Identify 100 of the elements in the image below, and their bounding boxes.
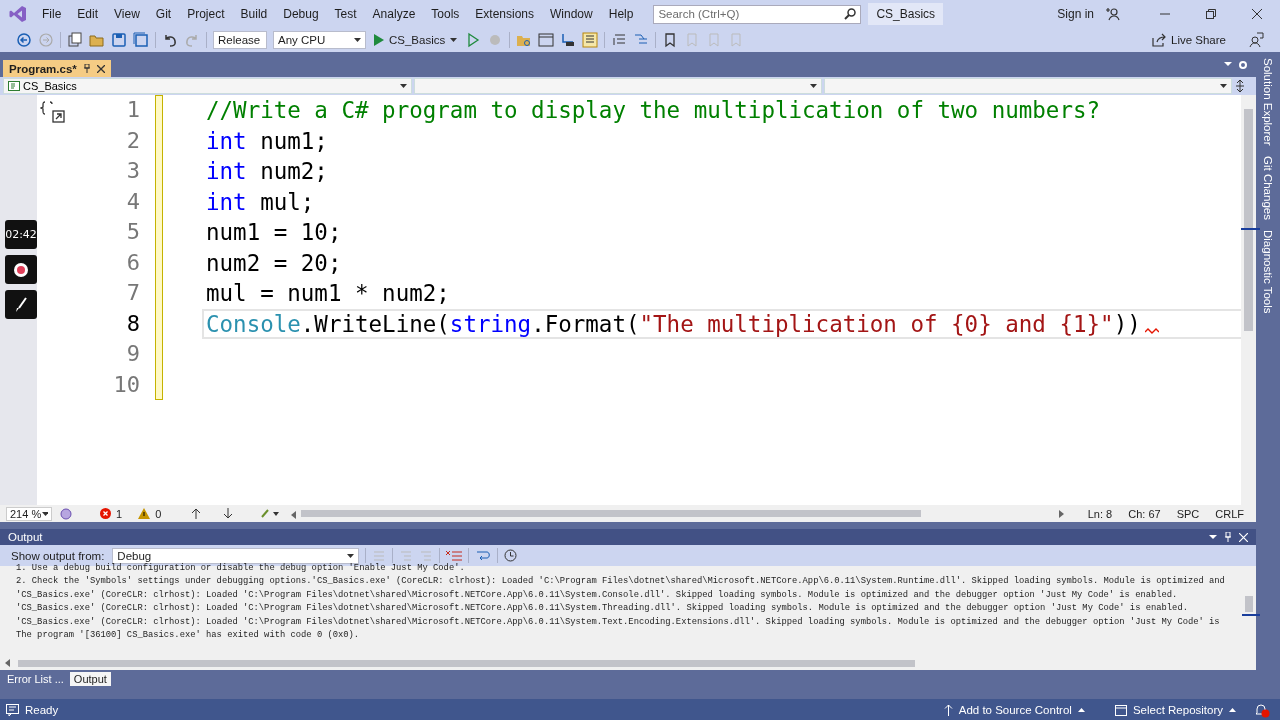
menu-item[interactable]: Analyze bbox=[364, 3, 424, 25]
select-repository-button[interactable]: Select Repository bbox=[1114, 703, 1236, 716]
word-wrap-icon[interactable] bbox=[475, 549, 492, 562]
close-icon[interactable] bbox=[1252, 9, 1262, 19]
sign-in-link[interactable]: Sign in bbox=[1049, 3, 1102, 25]
document-tab[interactable]: Program.cs* bbox=[3, 60, 111, 77]
output-line: 'CS_Basics.exe' (CoreCLR: clrhost): Loaded 'C:\Program Files\dotnet\shared\Microsoft.NETCore.App\6.0.11\System.Console.dll'. Skipped loading symbols. Module is optimized and the debugger option 'Just My Code' is enabled. bbox=[16, 588, 1179, 602]
menu-item[interactable]: Git bbox=[147, 3, 180, 25]
output-source-dropdown[interactable]: Debug bbox=[112, 547, 360, 564]
restore-icon[interactable] bbox=[1206, 9, 1216, 19]
record-icon bbox=[13, 261, 29, 278]
error-icon[interactable] bbox=[100, 508, 111, 519]
code-line: int mul; bbox=[206, 188, 315, 215]
configuration-dropdown[interactable]: Release bbox=[213, 31, 267, 49]
menu-item[interactable]: View bbox=[106, 3, 148, 25]
dropdown-icon[interactable] bbox=[1224, 60, 1232, 68]
source-label: Show output from: bbox=[11, 549, 105, 562]
search-field[interactable]: Search (Ctrl+Q) bbox=[653, 4, 862, 24]
menu-item[interactable]: Edit bbox=[69, 3, 107, 25]
side-tab[interactable]: Git Changes bbox=[1262, 155, 1274, 220]
clear-all-icon[interactable] bbox=[446, 549, 463, 562]
solution-name: CS_Basics bbox=[868, 3, 944, 25]
output-line: The program '[36100] CS_Basics.exe' has exited with code 0 (0x0). bbox=[16, 629, 361, 643]
side-tab[interactable]: Diagnostic Tools bbox=[1262, 229, 1274, 314]
scroll-right-icon[interactable] bbox=[1058, 509, 1064, 518]
clock-icon[interactable] bbox=[504, 549, 518, 562]
back-icon[interactable] bbox=[16, 32, 32, 48]
undo-icon[interactable] bbox=[162, 32, 178, 48]
line-number: 10 bbox=[112, 370, 140, 399]
scroll-left-icon[interactable] bbox=[291, 511, 297, 519]
record-button[interactable] bbox=[5, 255, 37, 284]
code-block-icon[interactable] bbox=[40, 100, 68, 124]
project-dropdown[interactable]: CS_Basics bbox=[3, 78, 412, 94]
step-icon[interactable] bbox=[560, 32, 577, 48]
platform-dropdown[interactable]: Any CPU bbox=[273, 31, 366, 49]
horizontal-scrollbar[interactable] bbox=[0, 656, 1256, 670]
csharp-project-icon bbox=[8, 81, 20, 91]
line-number: 3 bbox=[125, 157, 140, 185]
caret-icon bbox=[450, 38, 458, 42]
health-icon[interactable] bbox=[60, 507, 72, 520]
scroll-left-icon bbox=[5, 659, 10, 667]
output-line: 2. Check the 'Symbols' settings under debugging options.'CS_Basics.exe' (CoreCLR: clrhost): Loaded 'C:\Program Files\dotnet\shared\Microsoft.NETCore.App\6.0.11\System.Runtime.dll'. Skipped loading symbols. Module is optimized and bbox=[16, 575, 1226, 589]
notification-icon[interactable] bbox=[1254, 701, 1270, 718]
code-line: //Write a C# program to display the multiplication of two numbers? bbox=[206, 97, 1101, 124]
feedback-icon[interactable] bbox=[1248, 32, 1264, 48]
caret-icon bbox=[347, 553, 355, 558]
menu-item[interactable]: Tools bbox=[423, 3, 468, 25]
menu-item[interactable]: Project bbox=[179, 3, 233, 25]
line-number: 2 bbox=[125, 126, 140, 155]
start-button[interactable]: CS_Basics bbox=[372, 34, 460, 46]
comment-lines-icon[interactable] bbox=[611, 32, 628, 48]
menu-item[interactable]: Extensions bbox=[467, 3, 543, 25]
line-ending[interactable]: CRLF bbox=[1215, 507, 1244, 520]
code-map-icon[interactable] bbox=[582, 32, 599, 48]
menu-item[interactable]: File bbox=[34, 3, 70, 25]
menu-item[interactable]: Build bbox=[232, 3, 276, 25]
output-window-icon bbox=[6, 703, 19, 716]
panel-tab[interactable]: Output bbox=[69, 671, 111, 686]
output-line: 'CS_Basics.exe' (CoreCLR: clrhost): Loaded 'C:\Program Files\dotnet\shared\Microsoft.NETCore.App\6.0.11\System.Text.Encoding.Extensions.dll'. Skipped loading symbols. Module is optimized and the debugger option 'Just My Code' is bbox=[16, 615, 1221, 629]
play-icon bbox=[374, 34, 384, 46]
caret-up-icon bbox=[1077, 707, 1085, 712]
menu-item[interactable]: Window bbox=[542, 3, 601, 25]
line-number: 5 bbox=[125, 218, 140, 246]
arrow-up-icon bbox=[943, 703, 953, 716]
code-line: Console.WriteLine(string.Format("The multiplication of {0} and {1}")) bbox=[206, 310, 1141, 337]
line-number: 1 bbox=[125, 96, 140, 124]
side-tab[interactable]: Solution Explorer bbox=[1262, 58, 1274, 146]
arrow-down-icon[interactable] bbox=[223, 508, 234, 519]
project-name: CS_Basics bbox=[23, 80, 77, 92]
save-all-icon[interactable] bbox=[133, 32, 149, 48]
menu-item[interactable]: Test bbox=[326, 3, 365, 25]
caret-icon bbox=[1220, 84, 1227, 88]
split-icon[interactable] bbox=[1234, 80, 1246, 92]
settings-icon[interactable] bbox=[1238, 60, 1248, 70]
open-folder-icon[interactable] bbox=[89, 32, 105, 48]
close-icon[interactable] bbox=[96, 64, 105, 73]
arrow-up-icon[interactable] bbox=[191, 508, 202, 519]
caret-icon bbox=[810, 84, 817, 88]
line-number: 7 bbox=[125, 279, 140, 307]
window-layout-icon[interactable] bbox=[538, 32, 555, 48]
zoom-dropdown[interactable]: 214 % bbox=[6, 506, 52, 521]
new-item-icon[interactable] bbox=[67, 32, 83, 48]
line-number: 8 bbox=[125, 309, 140, 338]
line-number: 9 bbox=[125, 340, 140, 368]
dropdown-icon[interactable] bbox=[1209, 533, 1217, 541]
cursor-column: Ch: 67 bbox=[1128, 507, 1161, 520]
pen-button[interactable] bbox=[5, 290, 37, 319]
live-share-button[interactable]: Live Share bbox=[1150, 33, 1228, 47]
brush-icon bbox=[15, 296, 27, 313]
person-add-icon[interactable] bbox=[1106, 7, 1120, 21]
add-source-control-button[interactable]: Add to Source Control bbox=[943, 703, 1085, 716]
menu-item[interactable]: Help bbox=[600, 3, 642, 25]
cursor-line: Ln: 8 bbox=[1087, 507, 1113, 520]
menu-item[interactable]: Debug bbox=[275, 3, 327, 25]
caret-up-icon bbox=[1229, 707, 1236, 712]
whitespace-mode[interactable]: SPC bbox=[1176, 507, 1200, 520]
save-icon[interactable] bbox=[111, 32, 127, 48]
warning-icon[interactable] bbox=[138, 508, 151, 519]
pin-icon[interactable] bbox=[82, 64, 91, 73]
brush-icon[interactable] bbox=[259, 508, 280, 519]
